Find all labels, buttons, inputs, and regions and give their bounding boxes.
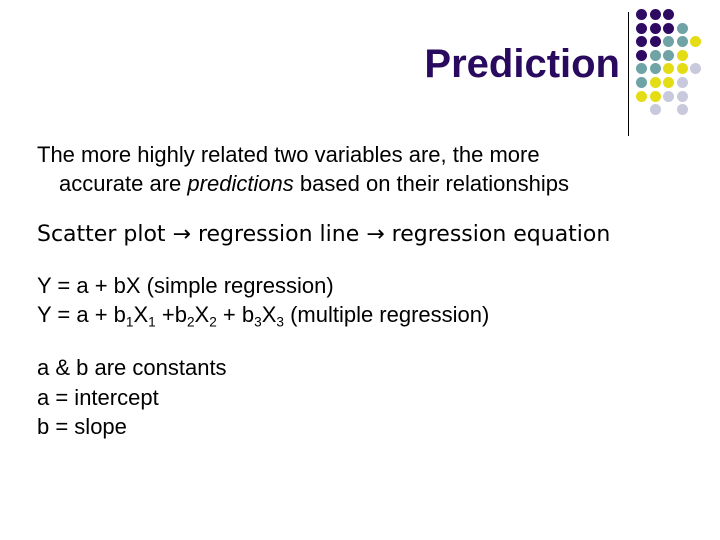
decorative-dot-grid xyxy=(636,9,720,131)
paragraph-prediction-accuracy: The more highly related two variables ar… xyxy=(37,140,692,198)
equation-multiple-regression: Y = a + b1X1 +b2X2 + b3X3 (multiple regr… xyxy=(37,300,692,331)
grid-dot-purple xyxy=(663,22,675,34)
grid-dot-lavender xyxy=(649,104,661,116)
grid-dot-yellow xyxy=(690,36,702,48)
grid-dot-teal xyxy=(663,49,675,61)
paragraph-line-2-italic-predictions: predictions xyxy=(187,171,294,197)
grid-dot-yellow xyxy=(649,77,661,88)
grid-dot-yellow xyxy=(676,63,688,75)
paragraph-line-1: The more highly related two variables ar… xyxy=(37,142,540,167)
grid-dot-teal xyxy=(636,63,647,75)
grid-dot-purple xyxy=(649,36,661,48)
definitions-block: a & b are constants a = intercept b = sl… xyxy=(37,353,692,440)
eq-part-7: (multiple regression) xyxy=(283,302,490,328)
paragraph-line-2: accurate are predictions based on their … xyxy=(37,169,692,198)
grid-dot-teal xyxy=(676,22,688,34)
grid-dot-teal xyxy=(676,36,688,48)
page-title: Prediction xyxy=(424,42,620,86)
eq-sub-4: 2 xyxy=(209,314,217,330)
definition-constants: a & b are constants xyxy=(37,355,227,381)
title-divider xyxy=(628,12,629,136)
eq-part-4: X xyxy=(194,302,210,328)
eq-sub-5: 3 xyxy=(254,314,262,330)
grid-dot-teal xyxy=(649,49,661,61)
grid-dot-yellow xyxy=(663,63,675,75)
grid-dot-purple xyxy=(636,22,647,34)
grid-dot-lavender xyxy=(690,63,702,75)
grid-dot-teal xyxy=(663,36,675,48)
eq-part-3: +b xyxy=(155,302,187,328)
grid-dot-purple xyxy=(636,49,647,61)
paragraph-line-2-before: accurate are xyxy=(59,171,188,197)
grid-dot-purple xyxy=(636,36,647,48)
definition-slope: b = slope xyxy=(37,413,127,439)
eq-part-6: X xyxy=(261,302,277,328)
definition-intercept: a = intercept xyxy=(37,384,159,410)
grid-dot-yellow xyxy=(676,49,688,61)
equations-block: Y = a + bX (simple regression) Y = a + b… xyxy=(37,271,692,331)
grid-dot-teal xyxy=(636,77,647,88)
grid-dot-lavender xyxy=(676,90,688,102)
grid-dot-lavender xyxy=(676,77,688,88)
grid-dot-teal xyxy=(649,63,661,75)
paragraph-line-2-after: based on their relationships xyxy=(293,171,569,197)
grid-dot-lavender xyxy=(663,90,675,102)
eq-part-5: + b xyxy=(216,302,255,328)
scatter-flow-text: Scatter plot → regression line → regress… xyxy=(37,222,611,248)
slide-body: The more highly related two variables ar… xyxy=(37,140,692,441)
grid-dot-lavender xyxy=(676,104,688,116)
eq-part-1: Y = a + b xyxy=(37,302,126,328)
eq-sub-2: 1 xyxy=(148,314,156,330)
eq-part-2: X xyxy=(133,302,149,328)
grid-dot-yellow xyxy=(649,90,661,102)
equation-simple-regression: Y = a + bX (simple regression) xyxy=(37,273,334,299)
eq-sub-3: 2 xyxy=(186,314,195,330)
grid-dot-purple xyxy=(663,9,675,20)
grid-dot-yellow xyxy=(663,77,675,88)
grid-dot-purple xyxy=(649,9,661,20)
paragraph-scatter-flow: Scatter plot → regression line → regress… xyxy=(37,220,692,249)
grid-dot-yellow xyxy=(636,90,647,102)
eq-sub-6: 3 xyxy=(276,314,284,330)
grid-dot-purple xyxy=(649,22,661,34)
grid-dot-purple xyxy=(636,9,647,20)
